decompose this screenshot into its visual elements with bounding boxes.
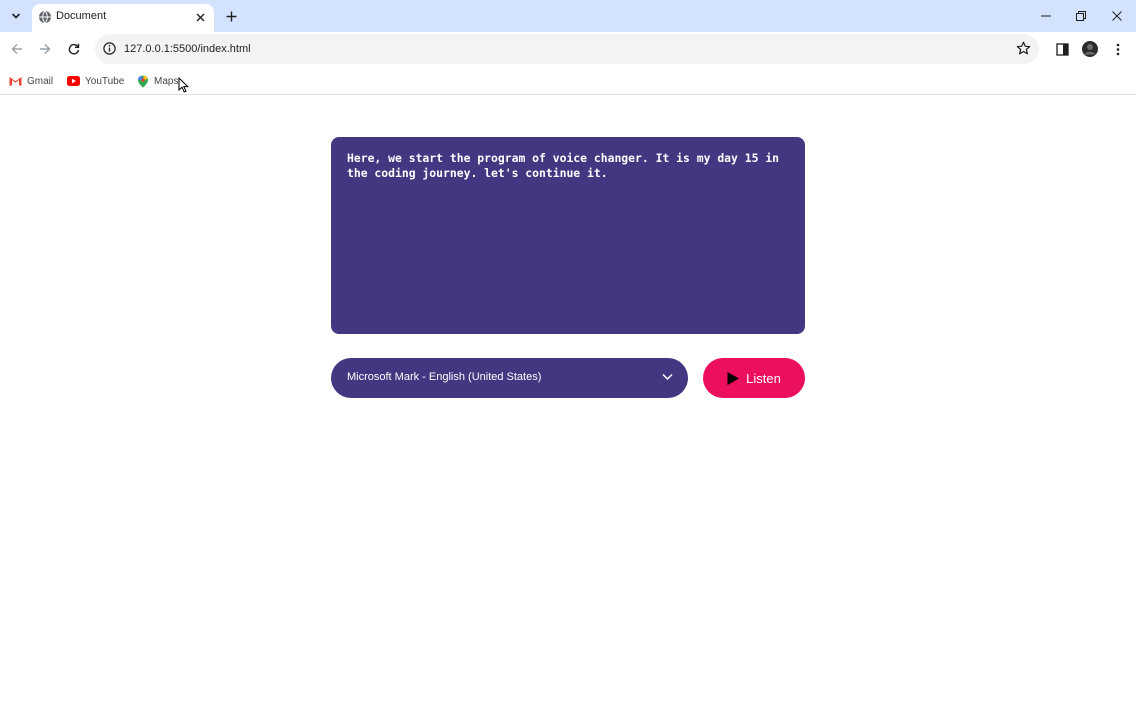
tab-title: Document: [56, 10, 107, 22]
bookmarks-bar: Gmail YouTube Maps: [0, 67, 1136, 95]
forward-button[interactable]: [33, 37, 57, 61]
bookmark-label: Maps: [154, 75, 179, 87]
browser-titlebar: Document: [0, 0, 1136, 32]
maps-icon: [138, 75, 148, 87]
url-text[interactable]: 127.0.0.1:5500/index.html: [124, 43, 251, 55]
plus-icon: [226, 11, 236, 21]
back-button[interactable]: [5, 37, 29, 61]
avatar: [1082, 41, 1098, 57]
profile-button[interactable]: [1078, 37, 1102, 61]
bookmark-youtube[interactable]: YouTube: [67, 73, 124, 89]
text-input-area[interactable]: Here, we start the program of voice chan…: [331, 137, 805, 334]
address-bar[interactable]: 127.0.0.1:5500/index.html: [95, 34, 1039, 64]
close-icon: [196, 13, 204, 21]
info-icon[interactable]: [103, 42, 116, 55]
minimize-button[interactable]: [1032, 4, 1060, 28]
bookmark-maps[interactable]: Maps: [137, 73, 178, 89]
chevron-down-icon: [11, 13, 21, 19]
side-panel-icon: [1055, 42, 1069, 56]
more-vert-icon: [1116, 43, 1120, 55]
browser-toolbar: 127.0.0.1:5500/index.html: [0, 32, 1136, 67]
listen-button-label: Listen: [746, 370, 781, 386]
reload-button[interactable]: [62, 37, 86, 61]
bookmark-label: Gmail: [27, 75, 54, 87]
close-icon: [1112, 11, 1122, 21]
youtube-icon: [67, 76, 80, 86]
gmail-icon: [9, 77, 22, 86]
bookmark-label: YouTube: [85, 75, 125, 87]
side-panel-button[interactable]: [1050, 37, 1074, 61]
tab-search-button[interactable]: [5, 5, 27, 27]
listen-button[interactable]: Listen: [703, 358, 805, 398]
voice-select-value: Microsoft Mark - English (United States): [347, 371, 542, 383]
restore-button[interactable]: [1067, 4, 1095, 28]
window-close-button[interactable]: [1103, 4, 1131, 28]
mouse-cursor-icon: [178, 77, 189, 93]
play-icon: [727, 371, 740, 385]
minimize-icon: [1041, 15, 1051, 17]
arrow-left-icon: [11, 44, 22, 54]
textarea-value[interactable]: Here, we start the program of voice chan…: [347, 151, 789, 180]
new-tab-button[interactable]: [221, 6, 241, 26]
tab-close-button[interactable]: [192, 9, 208, 25]
globe-icon: [39, 10, 51, 24]
restore-icon: [1076, 11, 1086, 21]
browser-tab[interactable]: Document: [32, 4, 214, 32]
bookmark-star-icon[interactable]: [1016, 41, 1031, 56]
bookmark-gmail[interactable]: Gmail: [9, 73, 53, 89]
reload-icon: [68, 43, 80, 55]
voice-select[interactable]: Microsoft Mark - English (United States): [331, 358, 688, 398]
arrow-right-icon: [40, 44, 51, 54]
chevron-down-icon: [662, 373, 673, 381]
menu-button[interactable]: [1106, 37, 1130, 61]
